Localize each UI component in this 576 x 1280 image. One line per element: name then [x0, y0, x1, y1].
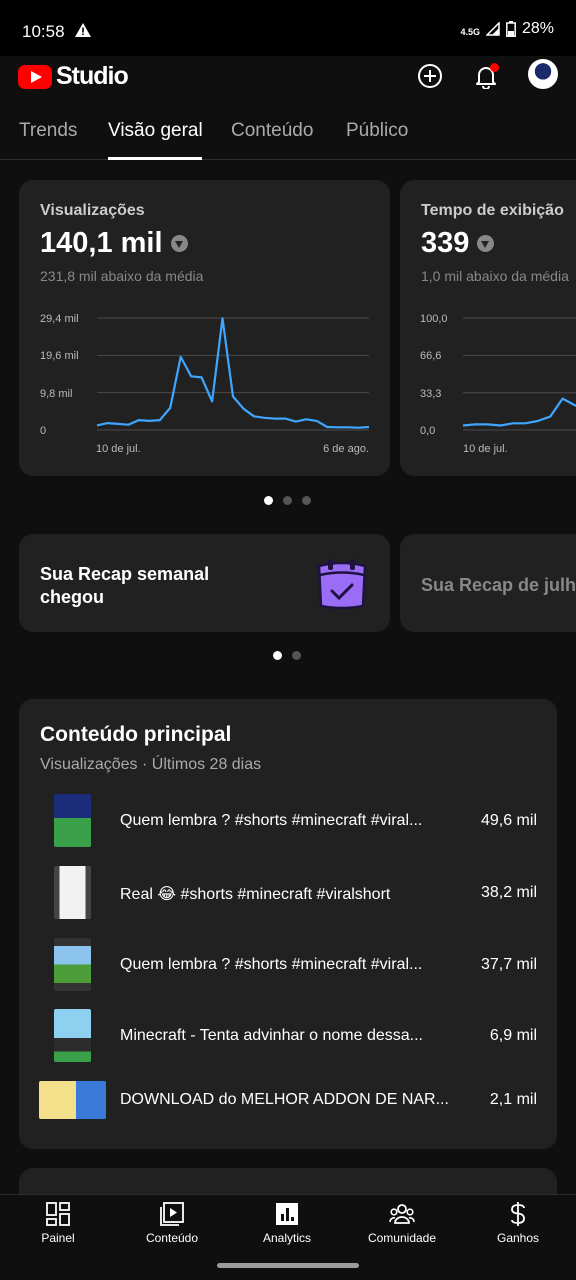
video-views: 37,7 mil [480, 956, 537, 973]
top-content-subtitle: Visualizações · Últimos 28 dias [40, 756, 262, 773]
active-tab-indicator [108, 157, 202, 160]
y-tick-label: 19,6 mil [40, 350, 79, 362]
video-views: 2,1 mil [489, 1091, 537, 1108]
warning-icon [75, 23, 91, 37]
nav-label: Painel [41, 1231, 75, 1245]
notification-badge [490, 63, 499, 72]
bottom-navigation: Painel Conteúdo Analytics Comunidade Gan… [0, 1194, 576, 1252]
nav-earnings[interactable]: Ganhos [468, 1201, 568, 1245]
recap-card-monthly[interactable]: Sua Recap de julh [400, 534, 576, 632]
y-tick-label: 33,3 [420, 388, 441, 400]
carousel-dot[interactable] [273, 651, 282, 660]
recap-card-weekly[interactable]: Sua Recap semanal chegou [19, 534, 390, 632]
video-thumbnail [54, 938, 91, 991]
nav-content[interactable]: Conteúdo [122, 1201, 222, 1245]
series-line [96, 317, 370, 429]
status-bar: 10:58 4.5G 28% [0, 0, 576, 56]
y-tick-label: 9,8 mil [40, 388, 72, 400]
video-thumbnail [54, 794, 91, 847]
tab-overview[interactable]: Visão geral [108, 120, 203, 142]
views-line-chart: 29,4 mil 19,6 mil 9,8 mil 0 10 de jul. 6… [40, 313, 370, 455]
video-views: 6,9 mil [489, 1027, 537, 1044]
home-indicator[interactable] [217, 1263, 359, 1268]
recap-carousel-dots [273, 651, 301, 660]
video-views: 38,2 mil [480, 884, 537, 901]
tab-audience[interactable]: Público [346, 120, 408, 142]
earnings-icon [511, 1202, 525, 1226]
status-right: 4.5G 28% [460, 20, 554, 38]
create-button[interactable] [414, 60, 446, 92]
youtube-logo-icon [18, 64, 52, 89]
avatar[interactable] [528, 59, 558, 89]
community-icon [389, 1204, 415, 1224]
nav-label: Conteúdo [145, 1231, 199, 1245]
network-type: 4.5G [460, 27, 480, 37]
video-thumbnail [54, 1009, 91, 1062]
y-tick-label: 66,6 [420, 350, 441, 362]
content-row[interactable]: DOWNLOAD do MELHOR ADDON DE NAR... 2,1 m… [19, 1081, 557, 1141]
kpi-card-views[interactable]: Visualizações 140,1 mil 231,8 mil abaixo… [19, 180, 390, 476]
notifications-button[interactable] [470, 60, 502, 92]
carousel-dot[interactable] [292, 651, 301, 660]
kpi-carousel-dots [264, 496, 311, 505]
tab-bar: Trends Visão geral Conteúdo Público [0, 104, 576, 160]
carousel-dot[interactable] [264, 496, 273, 505]
dashboard-icon [46, 1202, 70, 1226]
signal-icon [485, 22, 500, 36]
video-title: Quem lembra ? #shorts #minecraft #viral.… [120, 956, 423, 973]
content-row[interactable]: Quem lembra ? #shorts #minecraft #viral.… [19, 794, 557, 854]
recap-title-line2: chegou [40, 587, 105, 607]
y-tick-label: 29,4 mil [40, 313, 79, 325]
tab-content[interactable]: Conteúdo [231, 120, 313, 142]
top-content-card: Conteúdo principal Visualizações · Últim… [19, 699, 557, 1149]
recap-title: Sua Recap de julh [421, 575, 576, 595]
nav-label: Ganhos [496, 1231, 540, 1245]
x-tick-label: 10 de jul. [96, 443, 141, 455]
carousel-dot[interactable] [302, 496, 311, 505]
battery-percent: 28% [521, 20, 554, 37]
content-row[interactable]: Real 😂 #shorts #minecraft #viralshort 38… [19, 866, 557, 926]
video-title: Real 😂 #shorts #minecraft #viralshort [120, 886, 391, 903]
kpi-card-watch-time[interactable]: Tempo de exibição 339 1,0 mil abaixo da … [400, 180, 576, 476]
video-title: DOWNLOAD do MELHOR ADDON DE NAR... [120, 1091, 449, 1108]
video-title: Minecraft - Tenta advinhar o nome dessa.… [120, 1027, 423, 1044]
status-time: 10:58 [22, 22, 65, 41]
nav-label: Analytics [262, 1231, 312, 1245]
tab-trends[interactable]: Trends [19, 120, 77, 142]
content-row[interactable]: Quem lembra ? #shorts #minecraft #viral.… [19, 938, 557, 998]
analytics-icon [276, 1203, 298, 1225]
y-tick-label: 0 [40, 425, 46, 437]
app-header: Studio [0, 56, 576, 96]
create-icon [418, 64, 442, 88]
x-tick-label: 10 de jul. [463, 443, 508, 455]
carousel-dot[interactable] [283, 496, 292, 505]
video-title: Quem lembra ? #shorts #minecraft #viral.… [120, 812, 423, 829]
video-views: 49,6 mil [480, 812, 537, 829]
logo-text: Studio [56, 62, 129, 90]
youtube-studio-logo[interactable]: Studio [18, 62, 129, 91]
content-icon [160, 1202, 184, 1226]
nav-analytics[interactable]: Analytics [237, 1201, 337, 1245]
x-tick-label: 6 de ago. [323, 443, 369, 455]
nav-community[interactable]: Comunidade [352, 1201, 452, 1245]
watch-time-line-chart: 100,0 66,6 33,3 0,0 10 de jul. [420, 313, 576, 455]
y-tick-label: 100,0 [420, 313, 448, 325]
nav-label: Comunidade [367, 1231, 437, 1245]
top-content-title: Conteúdo principal [40, 723, 232, 746]
series-line [462, 397, 576, 427]
battery-icon [506, 21, 516, 37]
calendar-recap-icon [317, 559, 367, 610]
content-row[interactable]: Minecraft - Tenta advinhar o nome dessa.… [19, 1009, 557, 1069]
recap-title-line1: Sua Recap semanal [40, 564, 210, 584]
video-thumbnail [39, 1081, 106, 1119]
video-thumbnail [54, 866, 91, 919]
y-tick-label: 0,0 [420, 425, 435, 437]
nav-dashboard[interactable]: Painel [8, 1201, 108, 1245]
